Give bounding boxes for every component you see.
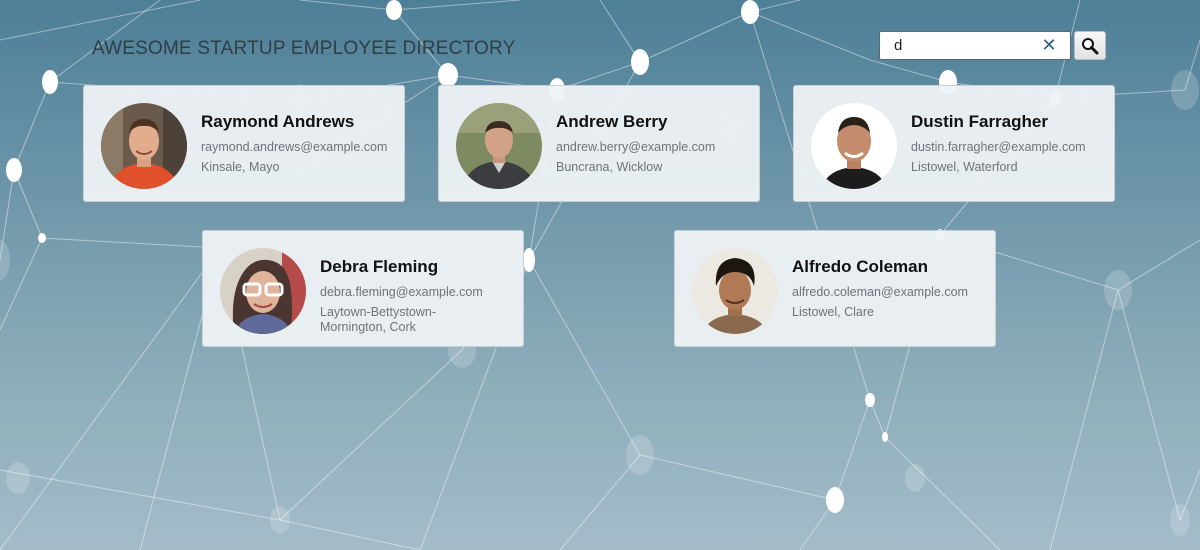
employee-card[interactable]: Alfredo Coleman alfredo.coleman@example.… — [674, 230, 996, 347]
employee-name: Raymond Andrews — [201, 112, 355, 131]
employee-info: Dustin Farragher dustin.farragher@exampl… — [911, 111, 1106, 175]
employee-location: Listowel, Waterford — [911, 160, 1018, 174]
avatar — [456, 103, 542, 189]
employee-name: Alfredo Coleman — [792, 257, 929, 276]
close-icon[interactable]: ✕ — [1040, 36, 1058, 54]
employee-name: Dustin Farragher — [911, 112, 1048, 131]
employee-card[interactable]: Andrew Berry andrew.berry@example.com Bu… — [438, 85, 760, 202]
employee-info: Debra Fleming debra.fleming@example.com … — [320, 256, 515, 335]
employee-location: Kinsale, Mayo — [201, 160, 280, 174]
employee-email: andrew.berry@example.com — [556, 140, 716, 154]
employee-name: Debra Fleming — [320, 257, 439, 276]
avatar — [220, 248, 306, 334]
page-title: AWESOME STARTUP EMPLOYEE DIRECTORY — [92, 38, 516, 59]
avatar — [811, 103, 897, 189]
search-button[interactable] — [1074, 31, 1106, 60]
avatar — [101, 103, 187, 189]
employee-email: dustin.farragher@example.com — [911, 140, 1086, 154]
employee-location: Listowel, Clare — [792, 305, 874, 319]
employee-card[interactable]: Dustin Farragher dustin.farragher@exampl… — [793, 85, 1115, 202]
employee-card[interactable]: Debra Fleming debra.fleming@example.com … — [202, 230, 524, 347]
employee-info: Raymond Andrews raymond.andrews@example.… — [201, 111, 396, 175]
employee-name: Andrew Berry — [556, 112, 668, 131]
employee-email: raymond.andrews@example.com — [201, 140, 388, 154]
employee-info: Andrew Berry andrew.berry@example.com Bu… — [556, 111, 751, 175]
employee-location: Buncrana, Wicklow — [556, 160, 663, 174]
network-background — [0, 0, 1200, 550]
avatar — [692, 248, 778, 334]
employee-email: alfredo.coleman@example.com — [792, 285, 968, 299]
employee-email: debra.fleming@example.com — [320, 285, 483, 299]
employee-card[interactable]: Raymond Andrews raymond.andrews@example.… — [83, 85, 405, 202]
employee-location: Laytown-Bettystown-Mornington, Cork — [320, 305, 437, 334]
search-icon — [1082, 37, 1099, 54]
employee-info: Alfredo Coleman alfredo.coleman@example.… — [792, 256, 987, 320]
